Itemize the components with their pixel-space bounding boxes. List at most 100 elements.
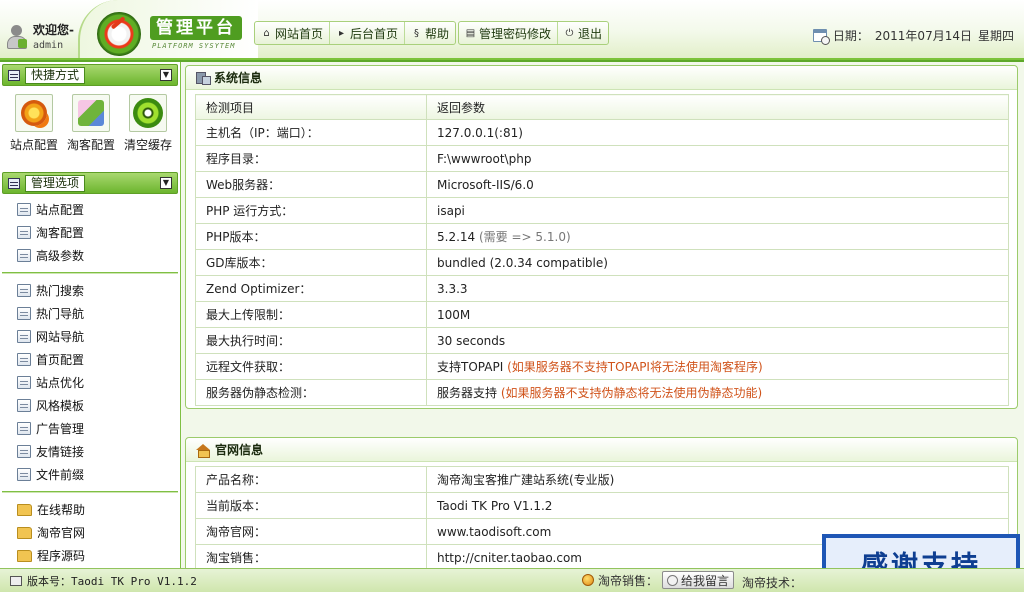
- official-info-header: 官网信息: [186, 438, 1017, 462]
- table-row: Web服务器： Microsoft-IIS/6.0: [195, 171, 1009, 198]
- quick-site-config[interactable]: 站点配置: [8, 94, 60, 164]
- sidebar: 快捷方式 ▼ 站点配置 淘客配置 清空缓存 管理选项 ▼ 站点配置 淘客配置 高…: [0, 62, 181, 568]
- settings-doc-icon: [17, 249, 31, 262]
- settings-doc-icon: [17, 226, 31, 239]
- system-info-header: 系统信息: [186, 66, 1017, 90]
- version-text: 版本号：Taodi TK Pro V1.1.2: [27, 574, 197, 588]
- window-icon: [8, 69, 20, 81]
- sidebar-item-home-config[interactable]: 首页配置: [0, 348, 180, 371]
- nav-logout-button[interactable]: ⏻ 退出: [558, 22, 608, 44]
- quick-title: 快捷方式: [25, 66, 86, 84]
- table-row: Zend Optimizer： 3.3.3: [195, 275, 1009, 302]
- quick-header[interactable]: 快捷方式 ▼: [2, 64, 178, 86]
- divider: [2, 272, 178, 274]
- nav-admin-home-button[interactable]: ▸ 后台首页: [330, 22, 406, 44]
- taoke-settings-icon: [78, 100, 104, 126]
- nav-group-account: ▤ 管理密码修改 ⏻ 退出: [458, 21, 610, 45]
- settings-doc-icon: [17, 203, 31, 216]
- calendar-icon: [812, 29, 830, 45]
- table-row: 当前版本： Taodi TK Pro V1.1.2: [195, 492, 1009, 519]
- folder-icon: [17, 503, 32, 516]
- table-row: 主机名（IP：端口）： 127.0.0.1(:81): [195, 119, 1009, 146]
- sidebar-item-templates[interactable]: 风格模板: [0, 394, 180, 417]
- clear-cache-icon: [133, 98, 163, 128]
- collapse-arrow-icon[interactable]: ▼: [160, 177, 172, 189]
- welcome-label: 欢迎您-: [33, 23, 74, 37]
- home-icon: ⌂: [263, 27, 270, 39]
- doc-icon: [17, 445, 31, 458]
- sales-label: 淘帝销售：: [598, 573, 659, 588]
- computer-icon: [196, 71, 211, 85]
- table-row: 最大上传限制： 100M: [195, 301, 1009, 328]
- quick-clear-cache[interactable]: 清空缓存: [122, 94, 174, 164]
- column-header: 检测项目: [195, 94, 427, 120]
- folder-icon: [17, 549, 32, 562]
- menu-group-help: 在线帮助 淘帝官网 程序源码: [0, 496, 180, 569]
- sidebar-item-friend-links[interactable]: 友情链接: [0, 440, 180, 463]
- nav-group-main: ⌂ 网站首页 ▸ 后台首页 § 帮助: [254, 21, 457, 45]
- play-icon: ▸: [339, 27, 345, 39]
- user-icon: [6, 25, 28, 51]
- leave-message-button[interactable]: 给我留言: [662, 571, 735, 589]
- table-header-row: 检测项目 返回参数: [195, 94, 1009, 120]
- table-row: 远程文件获取： 支持TOPAPI (如果服务器不支持TOPAPI将无法使用淘客程序…: [195, 353, 1009, 380]
- table-row: 产品名称： 淘帝淘宝客推广建站系统(专业版): [195, 466, 1009, 493]
- system-info-table: 检测项目 返回参数 主机名（IP：端口）： 127.0.0.1(:81) 程序目录…: [195, 94, 1009, 406]
- list-icon: ▤: [465, 27, 476, 39]
- nav-help-button[interactable]: § 帮助: [405, 22, 455, 44]
- sidebar-item-online-help[interactable]: 在线帮助: [0, 498, 180, 521]
- quick-taoke-config[interactable]: 淘客配置: [65, 94, 117, 164]
- sidebar-item-ads[interactable]: 广告管理: [0, 417, 180, 440]
- username: admin: [33, 40, 64, 51]
- logo-subtitle: PLATFORM SYSYTEM: [152, 42, 236, 50]
- system-info-title: 系统信息: [214, 71, 263, 85]
- manage-header[interactable]: 管理选项 ▼: [2, 172, 178, 194]
- sidebar-item-hot-search[interactable]: 热门搜索: [0, 279, 180, 302]
- sidebar-item-site-config[interactable]: 站点配置: [0, 198, 180, 221]
- person-icon: [582, 574, 594, 586]
- doc-icon: [17, 284, 31, 297]
- doc-icon: [17, 468, 31, 481]
- sidebar-item-seo[interactable]: 站点优化: [0, 371, 180, 394]
- sidebar-item-file-prefix[interactable]: 文件前缀: [0, 463, 180, 486]
- doc-icon: [17, 307, 31, 320]
- nav-site-home-button[interactable]: ⌂ 网站首页: [255, 22, 331, 44]
- sidebar-item-official-site[interactable]: 淘帝官网: [0, 521, 180, 544]
- power-icon: ⏻: [565, 27, 574, 39]
- system-info-panel: 系统信息 检测项目 返回参数 主机名（IP：端口）： 127.0.0.1(:81)…: [185, 65, 1018, 409]
- tech-label: 淘帝技术：: [742, 576, 803, 590]
- top-header: 欢迎您- admin 管理平台 PLATFORM SYSYTEM ⌂ 网站首页 …: [0, 0, 1024, 62]
- doc-icon: [17, 399, 31, 412]
- sidebar-item-advanced[interactable]: 高级参数: [0, 244, 180, 267]
- welcome-area: 欢迎您- admin: [6, 20, 98, 56]
- gears-icon: [21, 100, 47, 126]
- menu-group-site: 热门搜索 热门导航 网站导航 首页配置 站点优化 风格模板 广告管理 友情链接 …: [0, 277, 180, 488]
- doc-icon: [17, 422, 31, 435]
- menu-group-config: 站点配置 淘客配置 高级参数: [0, 196, 180, 269]
- window-icon: [10, 575, 22, 586]
- contact-sales: 淘帝销售： 给我留言: [582, 571, 735, 589]
- table-row: PHP 运行方式： isapi: [195, 197, 1009, 224]
- table-row: 程序目录： F:\wwwroot\php: [195, 145, 1009, 172]
- doc-icon: [17, 376, 31, 389]
- table-row: GD库版本： bundled (2.0.34 compatible): [195, 249, 1009, 276]
- date-value: 2011年07月14日: [874, 29, 972, 43]
- date-display: 日期： 2011年07月14日 星期四: [812, 27, 1014, 45]
- table-row: PHP版本： 5.2.14 (需要 => 5.1.0): [195, 223, 1009, 250]
- sidebar-item-source-code[interactable]: 程序源码: [0, 544, 180, 567]
- sidebar-item-taoke-config[interactable]: 淘客配置: [0, 221, 180, 244]
- collapse-arrow-icon[interactable]: ▼: [160, 69, 172, 81]
- column-header: 返回参数: [426, 94, 1009, 120]
- help-icon: §: [414, 27, 420, 39]
- sidebar-item-hot-nav[interactable]: 热门导航: [0, 302, 180, 325]
- folder-icon: [17, 526, 32, 539]
- quick-shortcuts: 站点配置 淘客配置 清空缓存: [0, 88, 180, 170]
- nav-change-password-button[interactable]: ▤ 管理密码修改: [459, 22, 559, 44]
- window-icon: [8, 177, 20, 189]
- table-row: 最大执行时间： 30 seconds: [195, 327, 1009, 354]
- version-info: 版本号：Taodi TK Pro V1.1.2: [0, 573, 197, 589]
- sidebar-item-site-nav[interactable]: 网站导航: [0, 325, 180, 348]
- official-info-title: 官网信息: [215, 443, 264, 457]
- weekday: 星期四: [977, 29, 1014, 43]
- date-label: 日期：: [832, 29, 869, 43]
